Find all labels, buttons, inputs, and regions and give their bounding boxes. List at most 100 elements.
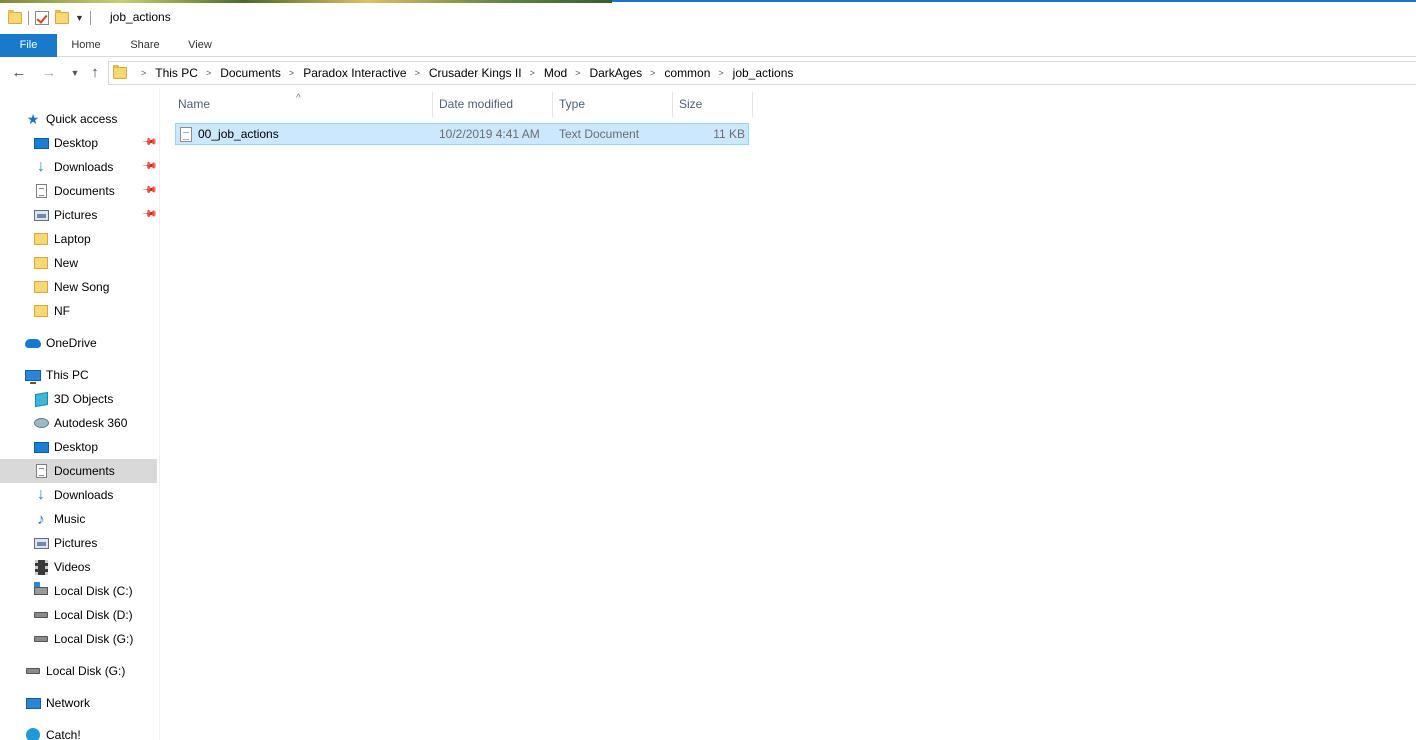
nav-label: Downloads — [54, 488, 114, 502]
toolbar-divider — [89, 11, 91, 25]
pin-icon: 📌 — [140, 206, 158, 223]
nav-item-pc-desktop[interactable]: Desktop — [0, 435, 157, 459]
recent-locations-chevron-icon[interactable]: ▼ — [66, 68, 84, 78]
breadcrumb-label[interactable]: job_actions — [733, 66, 794, 80]
nav-item-3d-objects[interactable]: 3D Objects — [0, 387, 157, 411]
file-row[interactable]: 00_job_actions 10/2/2019 4:41 AM Text Do… — [175, 123, 749, 145]
folder-icon — [33, 303, 49, 319]
properties-icon[interactable] — [35, 11, 49, 25]
breadcrumb-item[interactable]: > DarkAges — [567, 66, 642, 80]
chevron-right-icon[interactable]: > — [141, 68, 146, 78]
nav-label: 3D Objects — [54, 392, 114, 406]
column-header-size[interactable]: Size — [673, 92, 753, 117]
tab-share[interactable]: Share — [116, 34, 174, 57]
text-file-icon — [180, 126, 192, 142]
nav-label: Pictures — [54, 208, 98, 222]
music-note-icon: ♪ — [37, 510, 45, 528]
catch-icon — [25, 727, 41, 740]
breadcrumb-label[interactable]: This PC — [155, 66, 198, 80]
nav-quick-access[interactable]: ★ Quick access — [0, 107, 157, 131]
nav-item-pc-pictures[interactable]: Pictures — [0, 531, 157, 555]
chevron-right-icon[interactable]: > — [650, 68, 655, 78]
file-name-cell: 00_job_actions — [180, 124, 434, 144]
star-icon: ★ — [26, 110, 40, 127]
file-date-modified: 10/2/2019 4:41 AM — [439, 127, 540, 141]
new-folder-icon[interactable] — [55, 10, 69, 24]
chevron-right-icon[interactable]: > — [206, 68, 211, 78]
nav-onedrive[interactable]: OneDrive — [0, 331, 157, 355]
nav-network[interactable]: Network — [0, 691, 157, 715]
breadcrumb-item[interactable]: > Crusader Kings II — [407, 66, 522, 80]
drive-icon — [33, 607, 49, 623]
column-header-label: Name — [178, 97, 211, 111]
tab-view[interactable]: View — [176, 34, 224, 57]
folder-icon — [8, 10, 22, 24]
breadcrumb-item[interactable]: > Mod — [522, 66, 568, 80]
customize-toolbar-icon[interactable]: ▼ — [75, 13, 84, 23]
chevron-right-icon[interactable]: > — [530, 68, 535, 78]
tab-file[interactable]: File — [0, 34, 57, 57]
cube-icon — [33, 391, 49, 407]
column-header-date-modified[interactable]: Date modified — [433, 92, 553, 117]
chevron-right-icon[interactable]: > — [718, 68, 723, 78]
nav-item-desktop[interactable]: Desktop 📌 — [0, 131, 158, 155]
breadcrumb-label[interactable]: Crusader Kings II — [429, 66, 522, 80]
breadcrumb-item[interactable]: > common — [642, 66, 710, 80]
breadcrumb-item[interactable]: > job_actions — [710, 66, 793, 80]
folder-icon — [33, 279, 49, 295]
nav-label: Local Disk (D:) — [54, 608, 133, 622]
nav-label: New — [54, 256, 79, 270]
nav-item-videos[interactable]: Videos — [0, 555, 157, 579]
nav-item-downloads[interactable]: ↓ Downloads 📌 — [0, 155, 158, 179]
tab-home[interactable]: Home — [58, 34, 114, 57]
ribbon-tabs: File Home Share View — [0, 34, 1416, 57]
nav-item-documents[interactable]: Documents 📌 — [0, 179, 158, 203]
column-header-type[interactable]: Type — [553, 92, 673, 117]
folder-icon — [33, 255, 49, 271]
forward-arrow-icon[interactable]: → — [40, 64, 58, 81]
windows-drive-icon — [33, 582, 49, 599]
download-arrow-icon: ↓ — [37, 486, 45, 503]
nav-item-local-disk-c[interactable]: Local Disk (C:) — [0, 579, 157, 603]
chevron-right-icon[interactable]: > — [575, 68, 580, 78]
nav-item-pc-documents[interactable]: Documents — [0, 459, 157, 483]
nav-item-local-disk-d[interactable]: Local Disk (D:) — [0, 603, 157, 627]
column-header-name[interactable]: ^ Name — [172, 92, 433, 117]
chevron-right-icon[interactable]: > — [415, 68, 420, 78]
back-arrow-icon[interactable]: ← — [10, 64, 28, 81]
nav-item-nf[interactable]: NF — [0, 299, 157, 323]
nav-item-pictures[interactable]: Pictures 📌 — [0, 203, 158, 227]
address-bar[interactable]: > This PC > Documents > Paradox Interactive… — [108, 61, 1416, 85]
file-name: 00_job_actions — [198, 127, 279, 141]
navigation-bar: ← → ▼ ↑ > This PC > Documents > Paradox Int… — [0, 58, 1416, 88]
document-icon — [33, 463, 49, 479]
nav-catch[interactable]: Catch! — [0, 723, 157, 740]
up-arrow-icon[interactable]: ↑ — [86, 64, 104, 81]
nav-label: Quick access — [46, 112, 118, 126]
nav-label: Documents — [54, 464, 115, 478]
chevron-right-icon[interactable]: > — [289, 68, 294, 78]
quick-access-toolbar: ▼ — [8, 8, 91, 28]
nav-item-music[interactable]: ♪ Music — [0, 507, 157, 531]
breadcrumb-label[interactable]: Documents — [220, 66, 281, 80]
nav-item-laptop[interactable]: Laptop — [0, 227, 157, 251]
breadcrumb-label[interactable]: Mod — [544, 66, 567, 80]
nav-item-autodesk-360[interactable]: Autodesk 360 — [0, 411, 157, 435]
navigation-pane: ★ Quick access Desktop 📌 ↓ Downloads 📌 D… — [0, 88, 160, 740]
desktop-icon — [33, 439, 49, 455]
nav-this-pc[interactable]: This PC — [0, 363, 157, 387]
breadcrumb-label[interactable]: Paradox Interactive — [303, 66, 406, 80]
breadcrumb-item[interactable]: > Documents — [198, 66, 281, 80]
nav-item-new[interactable]: New — [0, 251, 157, 275]
drive-icon — [33, 631, 49, 647]
nav-item-local-disk-g[interactable]: Local Disk (G:) — [0, 627, 157, 651]
breadcrumb-item[interactable]: > Paradox Interactive — [281, 66, 407, 80]
document-icon — [33, 183, 49, 199]
nav-label: This PC — [46, 368, 89, 382]
breadcrumb-item[interactable]: > This PC — [133, 66, 198, 80]
breadcrumb-label[interactable]: common — [664, 66, 710, 80]
nav-item-pc-downloads[interactable]: ↓ Downloads — [0, 483, 157, 507]
breadcrumb-label[interactable]: DarkAges — [589, 66, 642, 80]
nav-local-disk-g-root[interactable]: Local Disk (G:) — [0, 659, 157, 683]
nav-item-new-song[interactable]: New Song — [0, 275, 157, 299]
